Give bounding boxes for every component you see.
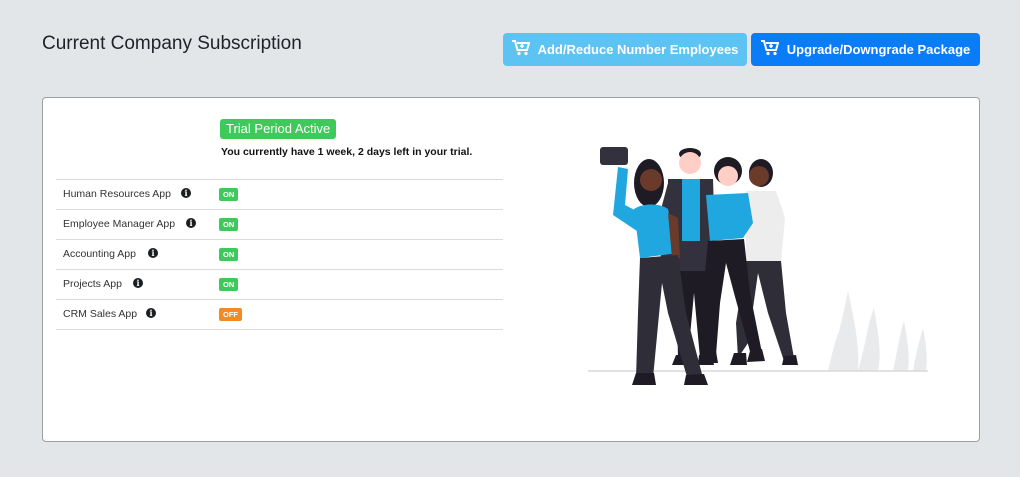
info-icon[interactable]: i [146, 308, 156, 318]
upgrade-downgrade-package-button[interactable]: Upgrade/Downgrade Package [751, 33, 980, 66]
status-badge: ON [219, 188, 239, 201]
apps-table: Human Resources App i ON Employee Manage… [56, 179, 503, 330]
status-badge: OFF [219, 308, 242, 321]
info-icon[interactable]: i [181, 188, 191, 198]
info-icon[interactable]: i [133, 278, 143, 288]
trial-status-badge: Trial Period Active [220, 119, 337, 139]
subscription-card: Trial Period Active You currently have 1… [42, 97, 980, 442]
app-name: Human Resources App [63, 188, 171, 200]
status-badge: ON [219, 248, 239, 261]
add-reduce-employees-button[interactable]: Add/Reduce Number Employees [503, 33, 747, 66]
table-row: Accounting App i ON [56, 240, 503, 270]
cart-icon [511, 40, 530, 59]
team-illustration [588, 147, 928, 385]
upgrade-downgrade-package-label: Upgrade/Downgrade Package [786, 42, 971, 57]
table-row: Employee Manager App i ON [56, 210, 503, 240]
info-icon[interactable]: i [148, 248, 158, 258]
app-name: Projects App [63, 278, 122, 290]
page-title: Current Company Subscription [42, 33, 302, 54]
table-row: CRM Sales App i OFF [56, 300, 503, 330]
add-reduce-employees-label: Add/Reduce Number Employees [537, 42, 739, 57]
table-row: Projects App i ON [56, 270, 503, 300]
table-row: Human Resources App i ON [56, 180, 503, 210]
info-icon[interactable]: i [186, 218, 196, 228]
status-badge: ON [219, 218, 239, 231]
status-badge: ON [219, 278, 239, 291]
app-name: CRM Sales App [63, 308, 138, 320]
app-name: Accounting App [63, 248, 136, 260]
app-name: Employee Manager App [63, 218, 176, 230]
trial-remaining-text: You currently have 1 week, 2 days left i… [221, 146, 473, 158]
cart-icon [760, 40, 780, 59]
